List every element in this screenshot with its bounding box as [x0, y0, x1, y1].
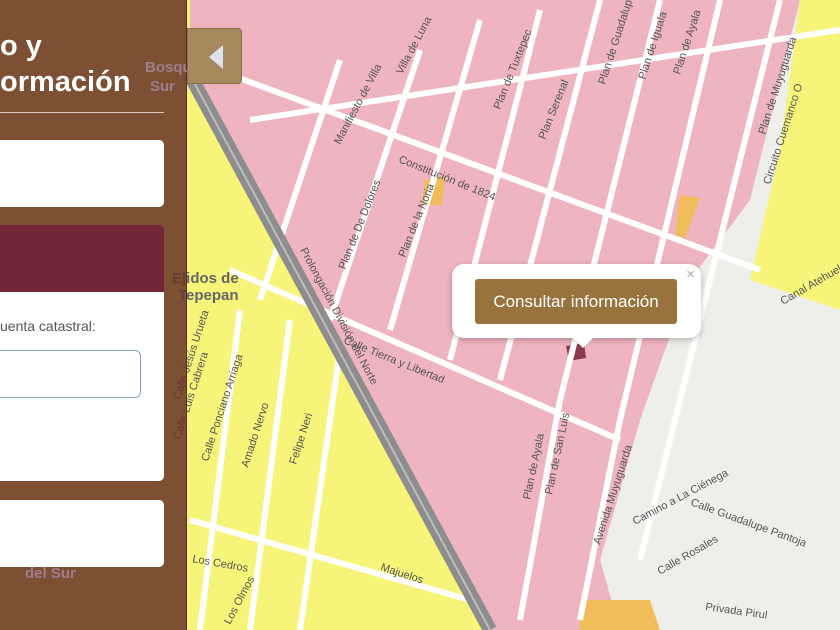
- panel-title-line2: ormación: [0, 66, 131, 98]
- panel-title-line1: o y: [0, 30, 42, 62]
- divider: [0, 112, 164, 113]
- collapse-panel-button[interactable]: [187, 28, 242, 84]
- sidebar-panel: o y ormación uenta catastral:: [0, 0, 187, 630]
- map-popup: × Consultar información: [452, 264, 701, 348]
- search-section: uenta catastral:: [0, 292, 164, 481]
- map-label: Tepepan: [178, 287, 239, 304]
- cuenta-catastral-input[interactable]: [0, 350, 141, 398]
- consultar-informacion-button[interactable]: Consultar información: [475, 279, 677, 324]
- cuenta-catastral-label: uenta catastral:: [0, 318, 96, 334]
- chevron-left-icon: [209, 45, 223, 69]
- panel-section[interactable]: [0, 500, 164, 567]
- residential-zone-pink-se: [580, 600, 660, 630]
- close-icon[interactable]: ×: [686, 266, 695, 283]
- panel-section[interactable]: [0, 140, 164, 207]
- section-header[interactable]: [0, 225, 164, 292]
